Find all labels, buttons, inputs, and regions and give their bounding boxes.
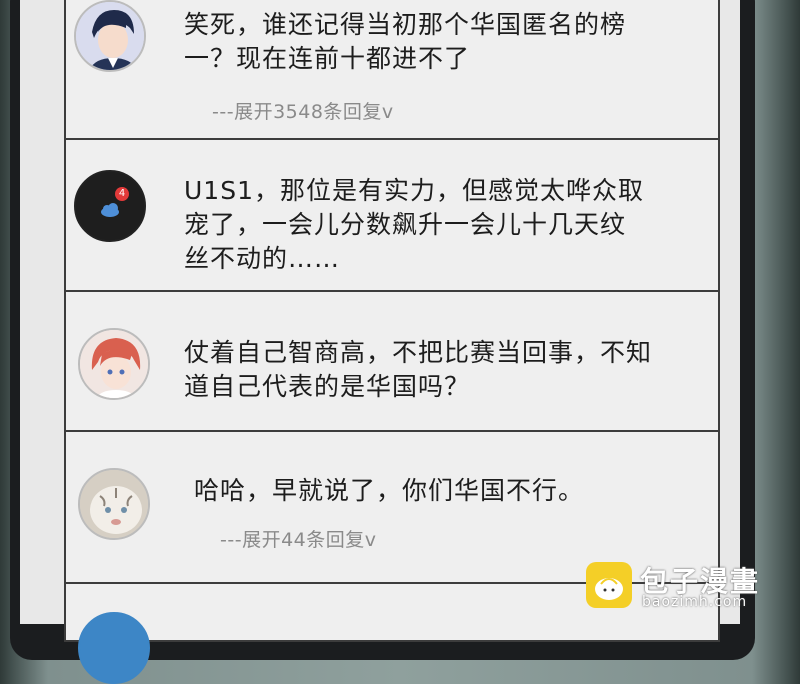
avatar-white-tiger[interactable] — [78, 468, 150, 540]
avatar-red-hair-icon — [80, 330, 148, 398]
comment-card-1: 笑死，谁还记得当初那个华国匿名的榜 一？现在连前十都进不了 ---展开3548条… — [64, 0, 720, 140]
comment-2-line-3: 丝不动的…… — [184, 244, 341, 273]
notification-badge: 4 — [115, 187, 129, 201]
notification-badge-count: 4 — [118, 188, 126, 199]
expand-replies-link-1[interactable]: ---展开3548条回复v — [212, 97, 394, 124]
comment-text-3: 仗着自己智商高，不把比赛当回事，不知 道自己代表的是华国吗？ — [184, 336, 652, 404]
comment-2-line-1: U1S1，那位是有实力，但感觉太哗众取 — [184, 176, 644, 205]
cloud-icon — [76, 172, 144, 240]
comment-4-line-1: 哈哈，早就说了，你们华国不行。 — [194, 476, 585, 505]
baozi-logo-icon — [586, 562, 632, 608]
bun-icon — [595, 578, 623, 600]
avatar-tiger-icon — [80, 470, 148, 538]
avatar-businessman-icon — [76, 2, 144, 70]
comment-text-2: U1S1，那位是有实力，但感觉太哗众取 宠了，一会儿分数飙升一会儿十几天纹 丝不… — [184, 174, 644, 276]
comment-text-4: 哈哈，早就说了，你们华国不行。 — [194, 474, 584, 508]
comment-3-line-1: 仗着自己智商高，不把比赛当回事，不知 — [184, 338, 653, 367]
avatar-red-hair[interactable] — [78, 328, 150, 400]
baozi-watermark: 包子漫畫 baozimh.com — [586, 560, 786, 616]
avatar-blue-partial[interactable] — [78, 612, 150, 684]
comment-screen: 笑死，谁还记得当初那个华国匿名的榜 一？现在连前十都进不了 ---展开3548条… — [20, 0, 740, 684]
avatar-dark-cloud[interactable] — [74, 170, 146, 242]
comment-1-line-2: 一？现在连前十都进不了 — [184, 44, 471, 73]
comment-card-3: 仗着自己智商高，不把比赛当回事，不知 道自己代表的是华国吗？ — [64, 290, 720, 432]
comment-3-line-2: 道自己代表的是华国吗？ — [184, 372, 471, 401]
watermark-url: baozimh.com — [642, 594, 748, 610]
avatar-businessman[interactable] — [74, 0, 146, 72]
comment-2-line-2: 宠了，一会儿分数飙升一会儿十几天纹 — [184, 210, 627, 239]
comment-card-2: 4 U1S1，那位是有实力，但感觉太哗众取 宠了，一会儿分数飙升一会儿十几天纹 … — [64, 138, 720, 292]
comment-1-line-1: 笑死，谁还记得当初那个华国匿名的榜 — [184, 10, 627, 39]
comment-text-1: 笑死，谁还记得当初那个华国匿名的榜 一？现在连前十都进不了 — [184, 8, 626, 76]
expand-replies-link-4[interactable]: ---展开44条回复v — [220, 525, 377, 552]
